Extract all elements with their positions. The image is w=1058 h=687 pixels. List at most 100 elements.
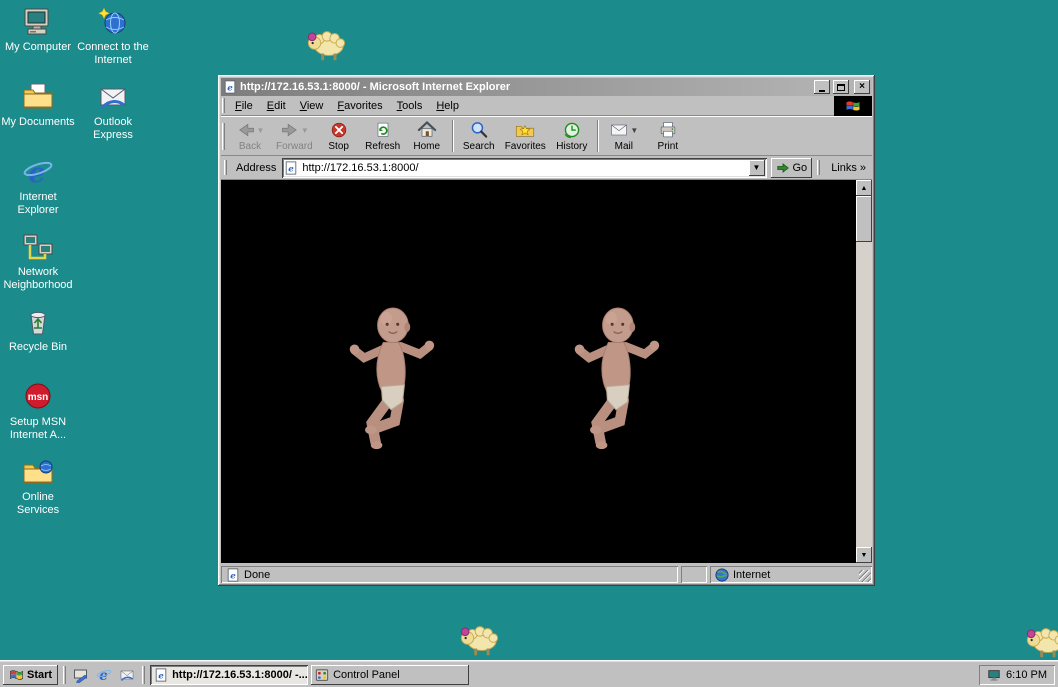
menu-tools[interactable]: Tools: [390, 98, 430, 114]
task-label: Control Panel: [333, 668, 400, 681]
address-input[interactable]: http://172.16.53.1:8000/ ▼: [282, 157, 767, 178]
taskbar: Start http://172.16.53.1:8000/ -... Cont…: [0, 661, 1058, 687]
minimize-button[interactable]: [814, 80, 830, 94]
sheep-sprite[interactable]: [458, 621, 500, 657]
menubar-grip[interactable]: [222, 98, 225, 113]
status-page-icon: [226, 568, 240, 582]
stop-button[interactable]: Stop: [317, 118, 361, 154]
title-bar[interactable]: http://172.16.53.1:8000/ - Microsoft Int…: [221, 78, 872, 96]
dancing-baby: [568, 300, 664, 458]
favorites-button[interactable]: Favorites: [501, 118, 550, 154]
mail-button[interactable]: ▼ Mail: [602, 118, 646, 154]
history-button[interactable]: History: [550, 118, 594, 154]
desktop-icon-network-neighborhood[interactable]: Network Neighborhood: [1, 231, 75, 291]
taskbar-grip[interactable]: [63, 665, 67, 684]
status-progress-pane: [681, 566, 707, 583]
start-button[interactable]: Start: [3, 664, 59, 685]
scroll-down-icon[interactable]: ▼: [856, 547, 872, 563]
refresh-button[interactable]: Refresh: [361, 118, 405, 154]
taskbar-grip[interactable]: [142, 665, 146, 684]
search-label: Search: [462, 141, 495, 152]
home-button[interactable]: Home: [405, 118, 449, 154]
go-button[interactable]: Go: [771, 158, 813, 178]
address-bar: Address http://172.16.53.1:8000/ ▼ Go Li…: [221, 156, 872, 180]
desktop-icon-connect-internet[interactable]: Connect to the Internet: [76, 6, 150, 66]
launch-outlook-express-icon[interactable]: [117, 665, 137, 685]
zone-text: Internet: [733, 568, 771, 581]
task-button-control-panel[interactable]: Control Panel: [311, 664, 470, 685]
sheep-sprite[interactable]: [1024, 623, 1058, 659]
mail-label: Mail: [614, 141, 633, 152]
my-computer-icon: [22, 6, 54, 38]
close-button[interactable]: ×: [854, 80, 870, 94]
addressbar-grip[interactable]: [224, 160, 227, 175]
menu-edit[interactable]: Edit: [260, 98, 293, 114]
launch-internet-explorer-icon[interactable]: [94, 665, 114, 685]
desktop-icon-outlook-express[interactable]: Outlook Express: [76, 81, 150, 141]
desktop-icon-my-documents[interactable]: My Documents: [1, 81, 75, 129]
show-desktop-icon[interactable]: [71, 665, 91, 685]
my-documents-icon: [22, 81, 54, 113]
print-button[interactable]: Print: [646, 118, 690, 154]
scroll-track[interactable]: [856, 196, 872, 547]
refresh-label: Refresh: [365, 141, 401, 152]
menu-favorites[interactable]: Favorites: [330, 98, 389, 114]
msn-icon: [22, 381, 54, 413]
links-grip[interactable]: [817, 160, 821, 175]
vertical-scrollbar[interactable]: ▲ ▼: [856, 180, 872, 563]
forward-dropdown-icon[interactable]: ▼: [301, 126, 309, 135]
web-page[interactable]: [221, 180, 856, 563]
desktop-icon-my-computer[interactable]: My Computer: [1, 6, 75, 54]
links-bar[interactable]: Links »: [827, 162, 870, 174]
address-page-icon: [284, 161, 298, 175]
desktop: e msn: [0, 0, 1058, 687]
go-label: Go: [792, 161, 808, 174]
ie-throbber-logo: [834, 96, 872, 116]
desktop-icon-label: My Computer: [4, 41, 72, 53]
outlook-express-icon: [97, 81, 129, 113]
back-button[interactable]: ▼ Back: [228, 118, 272, 154]
toolbar-grip[interactable]: [222, 122, 225, 150]
status-zone-pane: Internet: [710, 566, 872, 583]
internet-globe-icon: [715, 568, 729, 582]
desktop-icon-label: Internet Explorer: [17, 191, 59, 216]
back-dropdown-icon[interactable]: ▼: [257, 126, 265, 135]
window-title: http://172.16.53.1:8000/ - Microsoft Int…: [240, 81, 511, 93]
resize-grip[interactable]: [859, 570, 871, 582]
desktop-icon-label: My Documents: [1, 116, 75, 128]
sheep-sprite[interactable]: [305, 26, 347, 62]
windows-flag-icon: [9, 668, 24, 682]
start-label: Start: [27, 668, 53, 681]
desktop-icon-recycle-bin[interactable]: Recycle Bin: [1, 306, 75, 354]
online-services-icon: [22, 456, 54, 488]
back-label: Back: [238, 141, 262, 152]
scroll-up-icon[interactable]: ▲: [856, 180, 872, 196]
mail-dropdown-icon[interactable]: ▼: [630, 126, 638, 135]
toolbar: ▼ Back ▼ Forward Stop Refresh Home Searc…: [221, 116, 872, 156]
menu-help[interactable]: Help: [429, 98, 466, 114]
task-ie-icon: [154, 668, 168, 682]
tray-icon[interactable]: [987, 668, 1001, 682]
scroll-thumb[interactable]: [856, 196, 872, 242]
forward-button[interactable]: ▼ Forward: [272, 118, 317, 154]
links-chevron-icon[interactable]: »: [860, 162, 866, 174]
desktop-icon-internet-explorer[interactable]: Internet Explorer: [1, 156, 75, 216]
desktop-icon-label: Outlook Express: [93, 116, 133, 141]
task-button-ie[interactable]: http://172.16.53.1:8000/ -...: [150, 664, 309, 685]
menu-view[interactable]: View: [293, 98, 331, 114]
ie-window: http://172.16.53.1:8000/ - Microsoft Int…: [218, 75, 875, 586]
search-button[interactable]: Search: [457, 118, 501, 154]
toolbar-separator: [451, 120, 454, 152]
address-value: http://172.16.53.1:8000/: [302, 161, 419, 174]
links-label: Links: [831, 161, 857, 174]
control-panel-icon: [315, 668, 329, 682]
menu-file[interactable]: File: [228, 98, 260, 114]
desktop-icon-online-services[interactable]: Online Services: [1, 456, 75, 516]
address-dropdown-icon[interactable]: ▼: [748, 159, 765, 176]
favorites-label: Favorites: [504, 141, 546, 152]
desktop-icon-setup-msn[interactable]: Setup MSN Internet A...: [1, 381, 75, 441]
status-bar: Done Internet: [221, 563, 872, 583]
maximize-button[interactable]: [833, 80, 849, 94]
status-text: Done: [244, 568, 271, 581]
system-tray: 6:10 PM: [979, 665, 1055, 685]
